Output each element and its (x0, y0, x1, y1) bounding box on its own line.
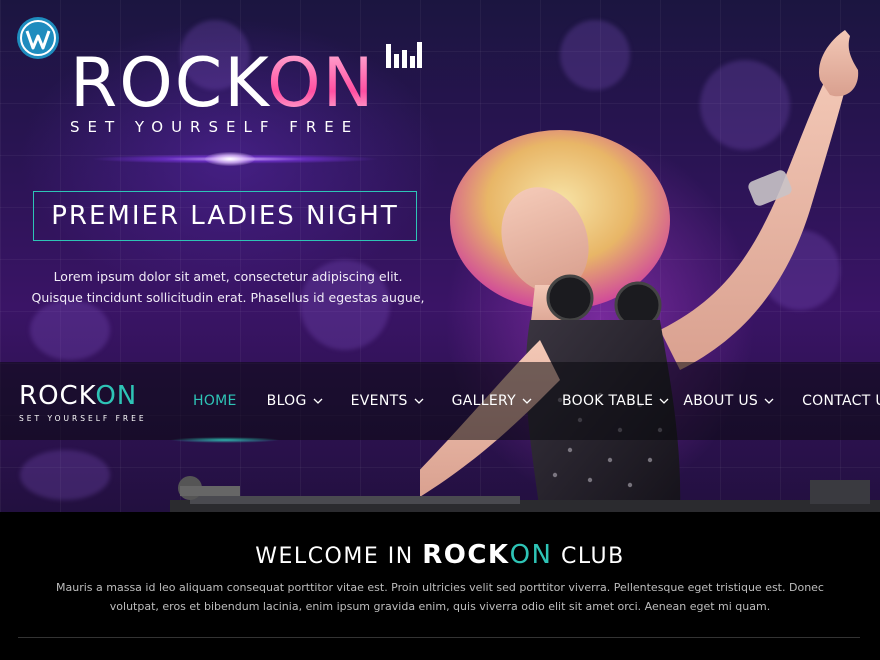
chevron-down-icon (659, 398, 669, 404)
page: ROCKON SET YOURSELF FREE PREMIER LADIES … (0, 0, 880, 660)
nav-item-gallery[interactable]: GALLERY (452, 393, 532, 409)
divider (18, 637, 860, 638)
nav-menu: HOME BLOG EVENTS GALLERY BOOK TABLE ABOU… (193, 362, 880, 440)
banner-title: PREMIER LADIES NIGHT (51, 201, 399, 231)
turntable-image (170, 476, 880, 512)
wordpress-icon[interactable] (16, 16, 60, 60)
nav-item-blog[interactable]: BLOG (267, 393, 323, 409)
nav-item-book-table[interactable]: BOOK TABLE (562, 393, 669, 409)
banner-title-box: PREMIER LADIES NIGHT (33, 191, 417, 241)
chevron-down-icon (313, 398, 323, 404)
welcome-title: WELCOME IN ROCKON CLUB (255, 540, 625, 570)
nav-active-glow (170, 437, 280, 443)
nav-item-events[interactable]: EVENTS (351, 393, 424, 409)
equalizer-bars-icon (386, 42, 422, 68)
chevron-down-icon (522, 398, 532, 404)
welcome-section: WELCOME IN ROCKON CLUB Mauris a massa id… (0, 512, 880, 660)
nav-logo-tagline: SET YOURSELF FREE (19, 414, 147, 423)
nav-item-home[interactable]: HOME (193, 393, 237, 409)
welcome-text: Mauris a massa id leo aliquam consequat … (56, 581, 824, 613)
chevron-down-icon (764, 398, 774, 404)
hero-tagline: SET YOURSELF FREE (70, 118, 360, 136)
hero-brand-wordmark: ROCKON (70, 44, 376, 123)
nav-logo-wordmark: ROCKON (19, 381, 138, 411)
hero-brand-logo: ROCKON SET YOURSELF FREE (70, 42, 430, 158)
banner-text: Lorem ipsum dolor sit amet, consectetur … (31, 269, 425, 305)
nav-item-contact-us[interactable]: CONTACT US (802, 393, 880, 409)
main-navigation: ROCKON SET YOURSELF FREE HOME BLOG EVENT… (0, 362, 880, 440)
nav-logo[interactable]: ROCKON SET YOURSELF FREE (19, 382, 147, 423)
chevron-down-icon (414, 398, 424, 404)
nav-item-about-us[interactable]: ABOUT US (683, 393, 774, 409)
light-flare-core (205, 152, 255, 166)
